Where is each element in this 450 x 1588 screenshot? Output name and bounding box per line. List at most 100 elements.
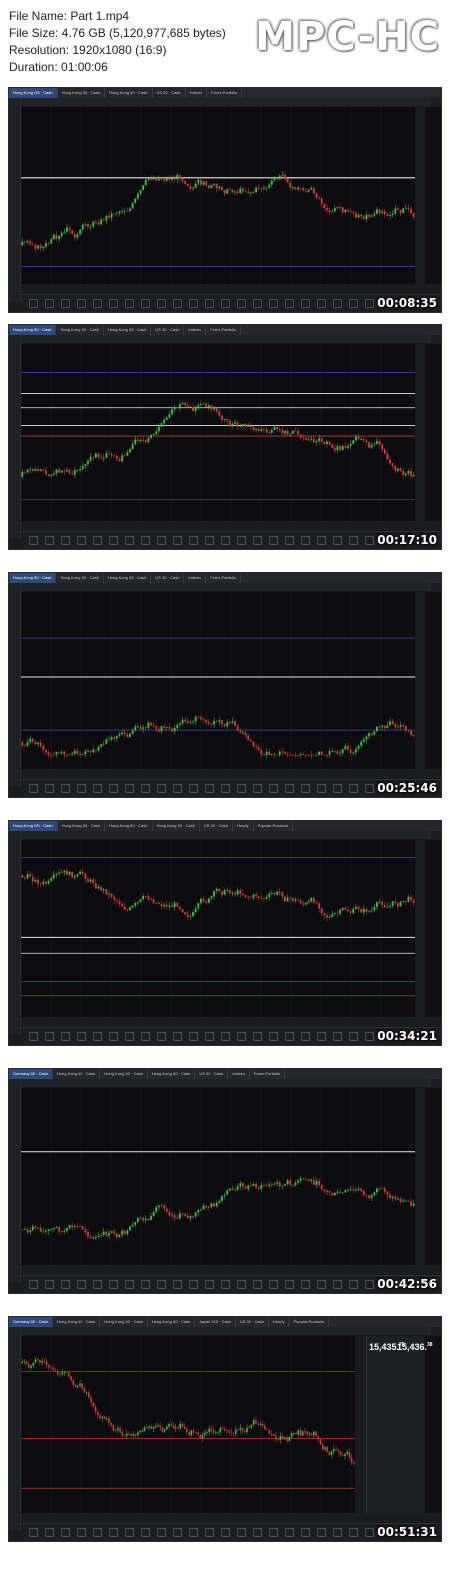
instrument-tab[interactable]: Hourly — [233, 821, 254, 831]
drawing-tool-icon[interactable] — [109, 1280, 118, 1289]
drawing-tool-icon[interactable] — [285, 1032, 294, 1041]
drawing-tool-icon[interactable] — [45, 784, 54, 793]
drawing-tool-icon[interactable] — [237, 536, 246, 545]
drawing-tool-icon[interactable] — [109, 784, 118, 793]
drawing-tool-icon[interactable] — [333, 536, 342, 545]
instrument-tab[interactable]: Indices — [186, 88, 208, 98]
drawing-tool-icon[interactable] — [189, 536, 198, 545]
instrument-tab[interactable]: Forex Portfolio — [250, 1069, 286, 1079]
instrument-tab[interactable]: Germany 30 · Cash — [9, 1069, 53, 1079]
drawing-tool-icon[interactable] — [109, 1032, 118, 1041]
drawing-tool-icon[interactable] — [157, 299, 166, 308]
drawing-tool-icon[interactable] — [205, 1032, 214, 1041]
drawing-tool-icon[interactable] — [173, 1032, 182, 1041]
drawing-tool-icon[interactable] — [45, 299, 54, 308]
drawing-tool-icon[interactable] — [77, 1528, 86, 1537]
drawing-tool-icon[interactable] — [189, 1280, 198, 1289]
drawing-tool-icon[interactable] — [253, 784, 262, 793]
drawing-tool-icon[interactable] — [125, 1032, 134, 1041]
drawing-tool-icon[interactable] — [285, 1280, 294, 1289]
drawing-tool-icon[interactable] — [61, 1032, 70, 1041]
deal-ticket-panel[interactable]: 15,435.78 15,436.38 — [366, 1336, 433, 1513]
drawing-tool-icon[interactable] — [253, 299, 262, 308]
drawing-tool-icon[interactable] — [29, 1280, 38, 1289]
drawing-tool-icon[interactable] — [269, 784, 278, 793]
drawing-tool-icon[interactable] — [365, 1032, 374, 1041]
drawing-tool-icon[interactable] — [141, 299, 150, 308]
drawing-tool-icon[interactable] — [45, 1280, 54, 1289]
drawing-tool-icon[interactable] — [125, 1280, 134, 1289]
drawing-tool-icon[interactable] — [285, 784, 294, 793]
drawing-tool-icon[interactable] — [221, 299, 230, 308]
drawing-tool-icon[interactable] — [333, 784, 342, 793]
instrument-tab[interactable]: Hong Kong 50 · Cash — [58, 821, 106, 831]
drawing-tool-icon[interactable] — [333, 1032, 342, 1041]
drawing-tool-icon[interactable] — [77, 536, 86, 545]
drawing-tool-icon[interactable] — [205, 299, 214, 308]
drawing-tool-icon[interactable] — [173, 1280, 182, 1289]
drawing-tool-icon[interactable] — [349, 1528, 358, 1537]
instrument-tab[interactable]: Hong Kong 50 · Cash — [104, 325, 152, 335]
instrument-tab[interactable]: US 30 · Cash — [153, 88, 186, 98]
instrument-tab[interactable]: Hong Kong 50 · Cash — [148, 1069, 196, 1079]
drawing-tool-icon[interactable] — [29, 1528, 38, 1537]
drawing-tool-icon[interactable] — [365, 1528, 374, 1537]
drawing-tool-icon[interactable] — [29, 1032, 38, 1041]
instrument-tab[interactable]: Hong Kong 50 · Cash — [105, 88, 153, 98]
drawing-tool-icon[interactable] — [157, 1280, 166, 1289]
instrument-tab[interactable]: Indices — [184, 573, 207, 583]
drawing-tool-icon[interactable] — [253, 536, 262, 545]
instrument-tab[interactable]: Germany 30 · Cash — [9, 1317, 53, 1327]
drawing-tool-icon[interactable] — [285, 1528, 294, 1537]
drawing-tool-icon[interactable] — [221, 784, 230, 793]
drawing-tool-icon[interactable] — [269, 1032, 278, 1041]
drawing-tool-icon[interactable] — [93, 299, 102, 308]
instrument-tab[interactable]: Forex Portfolio — [206, 325, 242, 335]
drawing-tool-icon[interactable] — [77, 784, 86, 793]
drawing-tool-icon[interactable] — [61, 1528, 70, 1537]
drawing-tool-icon[interactable] — [109, 299, 118, 308]
drawing-tool-icon[interactable] — [317, 784, 326, 793]
drawing-tool-icon[interactable] — [125, 299, 134, 308]
instrument-tab[interactable]: Forex Portfolio — [206, 573, 242, 583]
drawing-tool-icon[interactable] — [365, 1280, 374, 1289]
drawing-tool-icon[interactable] — [317, 299, 326, 308]
drawing-tool-icon[interactable] — [349, 1280, 358, 1289]
drawing-tool-icon[interactable] — [125, 784, 134, 793]
drawing-tool-icon[interactable] — [365, 536, 374, 545]
drawing-tool-icon[interactable] — [77, 1280, 86, 1289]
drawing-tool-icon[interactable] — [349, 536, 358, 545]
instrument-tab[interactable]: Hong Kong 50 · Cash — [56, 325, 104, 335]
drawing-tool-icon[interactable] — [317, 1032, 326, 1041]
drawing-tool-icon[interactable] — [317, 1280, 326, 1289]
drawing-tool-icon[interactable] — [301, 784, 310, 793]
instrument-tab[interactable]: Hourly — [269, 1317, 290, 1327]
drawing-tool-icon[interactable] — [269, 299, 278, 308]
drawing-tool-icon[interactable] — [45, 536, 54, 545]
drawing-tool-icon[interactable] — [45, 1528, 54, 1537]
drawing-tool-icon[interactable] — [349, 299, 358, 308]
instrument-tab[interactable]: Hong Kong 50 · Cash — [56, 573, 104, 583]
drawing-tool-icon[interactable] — [317, 536, 326, 545]
drawing-tool-icon[interactable] — [125, 1528, 134, 1537]
drawing-tool-icon[interactable] — [285, 299, 294, 308]
instrument-tab[interactable]: Hong Kong 50 · Cash — [53, 1069, 101, 1079]
instrument-tab[interactable]: US 30 · Cash — [200, 821, 233, 831]
drawing-tool-icon[interactable] — [237, 1280, 246, 1289]
drawing-tool-icon[interactable] — [189, 1528, 198, 1537]
drawing-tool-icon[interactable] — [77, 299, 86, 308]
drawing-tool-icon[interactable] — [269, 1528, 278, 1537]
instrument-tab[interactable]: Hong Kong 50 · Cash — [58, 88, 106, 98]
drawing-tool-icon[interactable] — [349, 784, 358, 793]
drawing-tool-icon[interactable] — [45, 1032, 54, 1041]
instrument-tab[interactable]: Hong Kong 50 · Cash — [53, 1317, 101, 1327]
instrument-tab[interactable]: Hong Kong HS · Cash — [9, 821, 58, 831]
drawing-tool-icon[interactable] — [365, 784, 374, 793]
drawing-tool-icon[interactable] — [301, 299, 310, 308]
drawing-tool-icon[interactable] — [109, 536, 118, 545]
instrument-tab[interactable]: US 30 · Cash — [236, 1317, 269, 1327]
instrument-tab[interactable]: Hong Kong HS · Cash — [9, 88, 58, 98]
drawing-tool-icon[interactable] — [301, 536, 310, 545]
drawing-tool-icon[interactable] — [93, 1528, 102, 1537]
drawing-tool-icon[interactable] — [269, 1280, 278, 1289]
